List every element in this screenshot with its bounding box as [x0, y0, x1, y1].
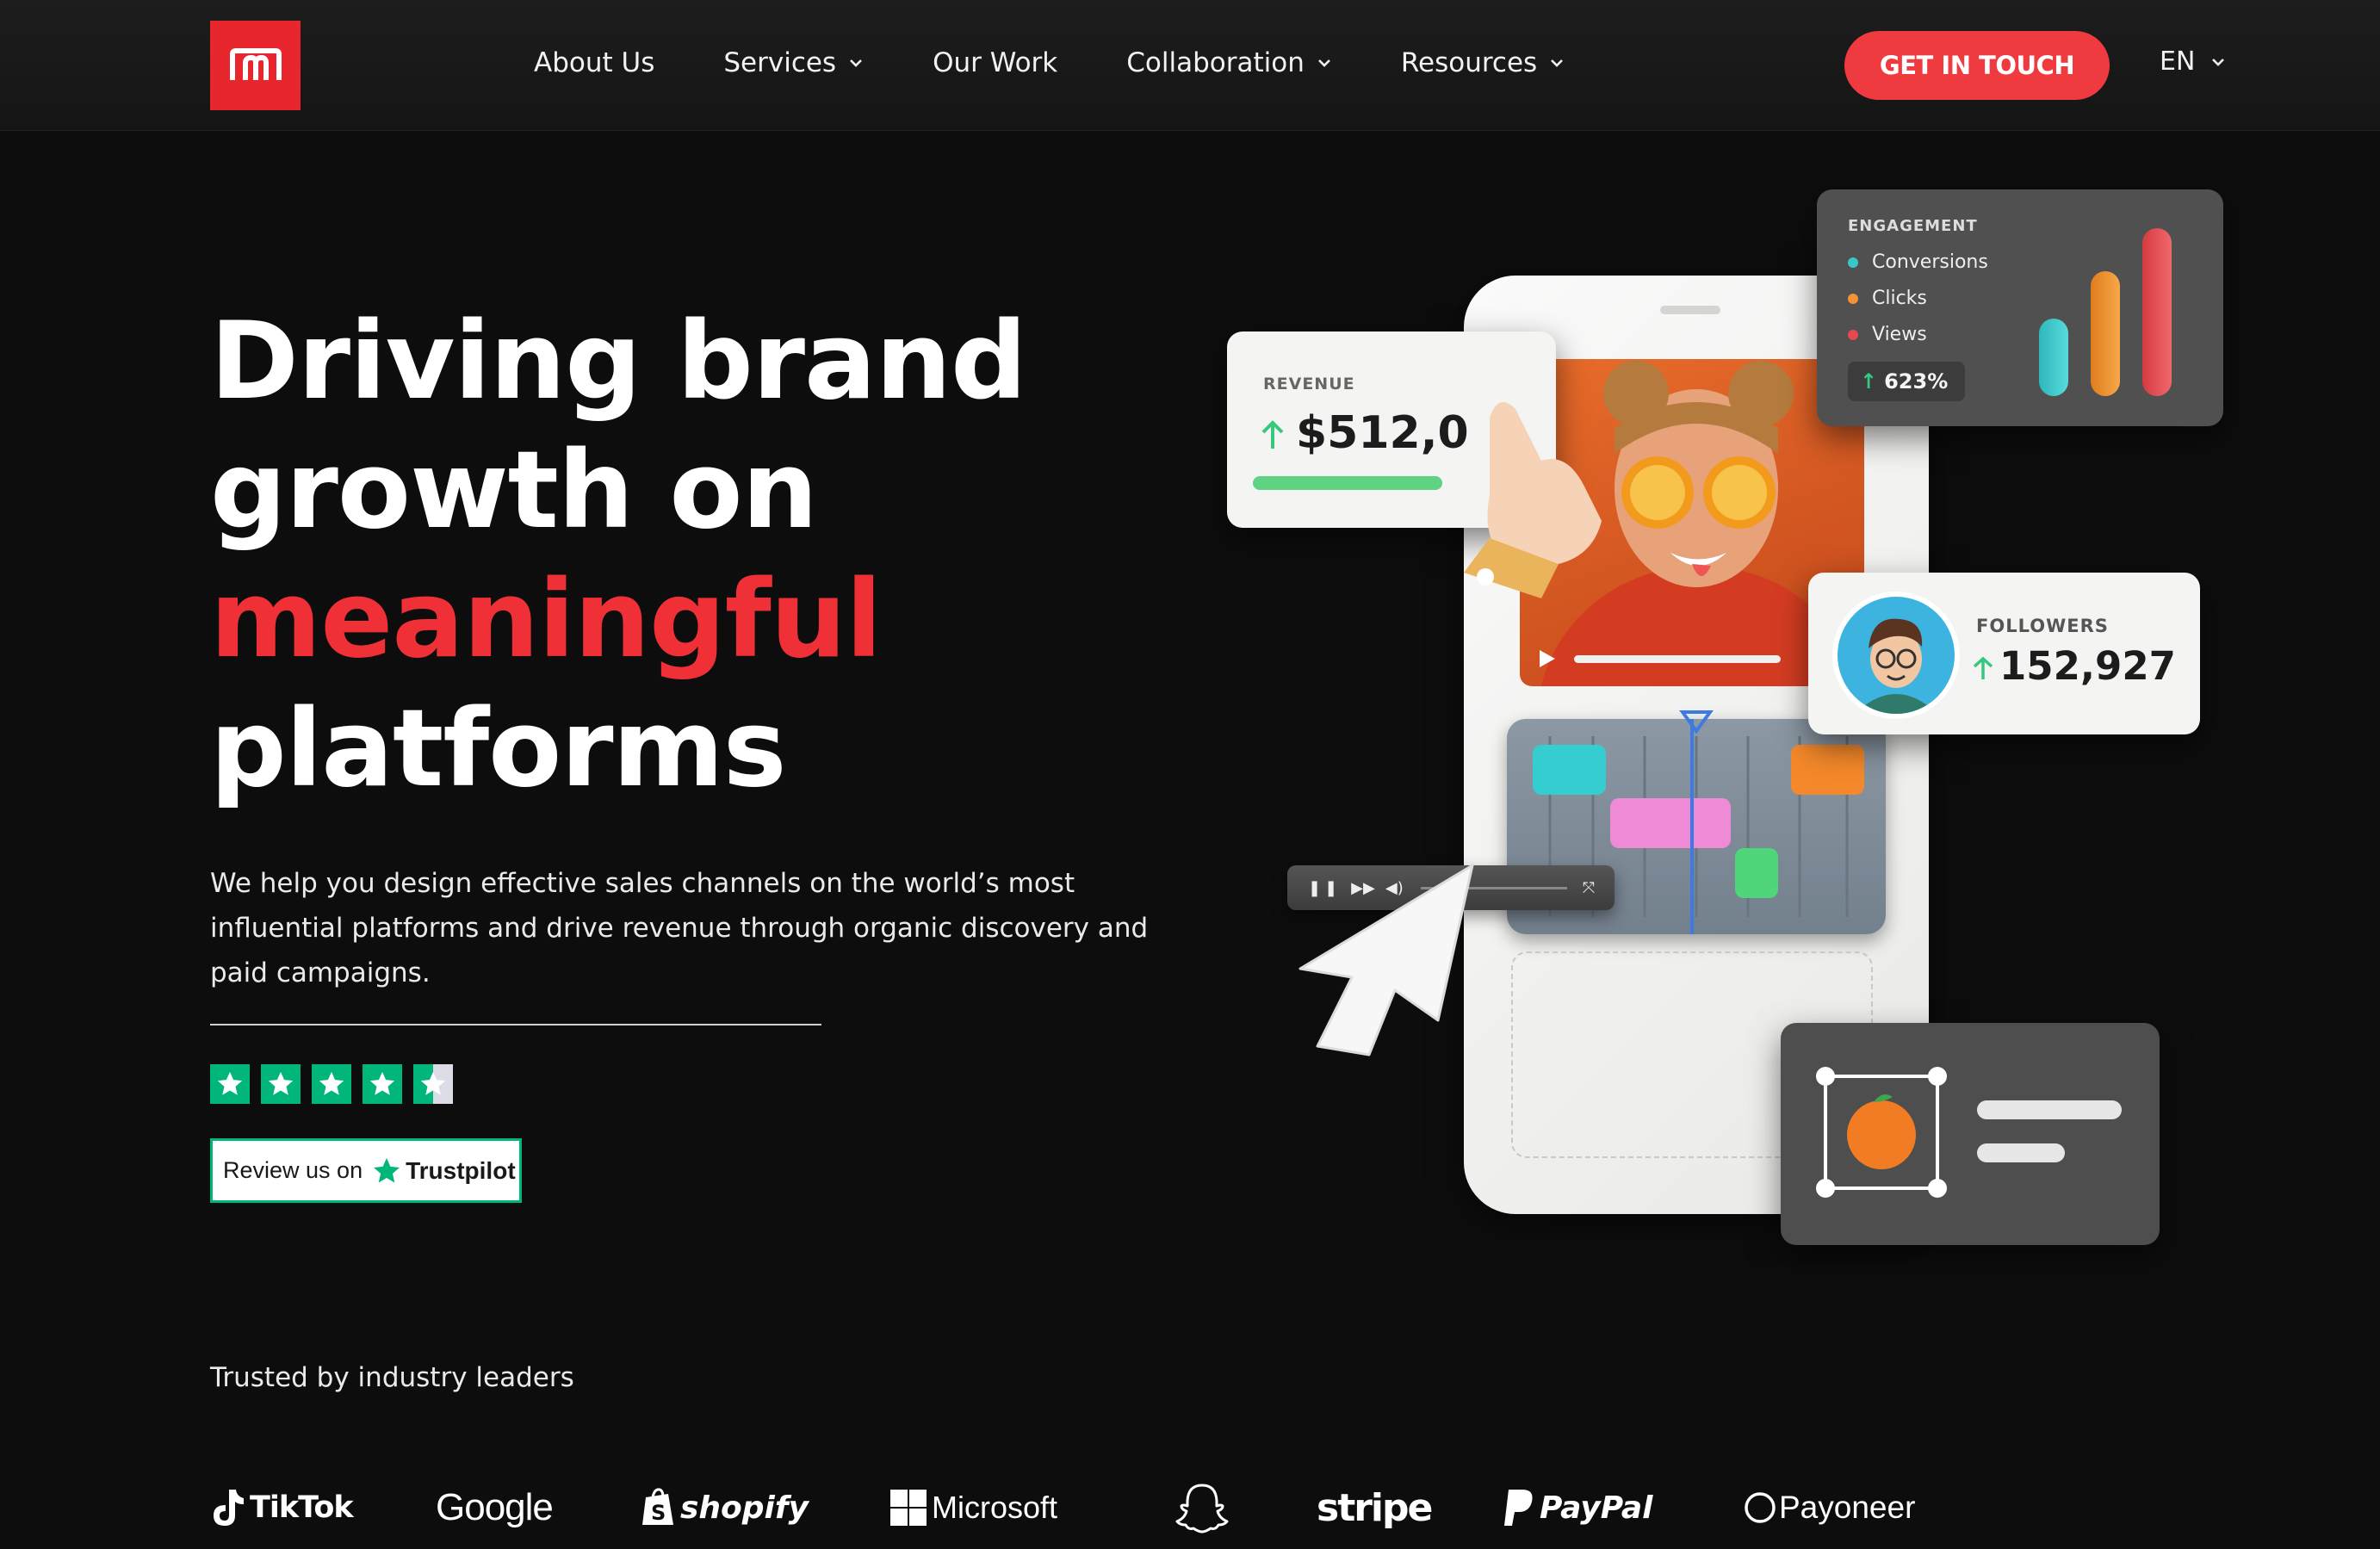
engagement-card: ENGAGEMENT Conversions Clicks Views ↑ 62…: [1817, 189, 2223, 426]
language-label: EN: [2160, 46, 2196, 77]
logo-text: shopify: [680, 1490, 809, 1526]
cursor-arrow-icon: [1298, 864, 1474, 1056]
payoneer-logo: Payoneer: [1743, 1477, 1915, 1539]
nav-our-work[interactable]: Our Work: [933, 47, 1057, 78]
tiktok-logo: TikTok: [210, 1477, 354, 1539]
image-card: [1781, 1023, 2160, 1245]
nav-resources[interactable]: Resources: [1401, 47, 1565, 78]
microsoft-logo: Microsoft: [890, 1477, 1057, 1539]
chart-bar-clicks: [2091, 271, 2120, 396]
legend-label: Clicks: [1872, 288, 1927, 309]
legend-dot: [1848, 329, 1858, 340]
snapchat-logo: [1175, 1477, 1230, 1539]
followers-label: FOLLOWERS: [1976, 616, 2109, 636]
engagement-label: ENGAGEMENT: [1848, 217, 1978, 235]
playhead-icon: [1679, 710, 1714, 734]
hero-title-highlight: meaningful: [210, 558, 883, 682]
legend-label: Conversions: [1872, 251, 1988, 273]
hero-illustration: REVENUE $512,0 ENGAGEMENT Conversions Cl…: [1223, 177, 2256, 1261]
logo-mark-icon: [229, 48, 282, 80]
snapchat-ghost-icon: [1175, 1484, 1229, 1534]
video-progress[interactable]: [1529, 641, 1848, 676]
divider: [210, 1024, 821, 1025]
nav-about-us[interactable]: About Us: [534, 47, 654, 78]
shopify-bag-icon: S: [642, 1488, 673, 1525]
nav-label: Our Work: [933, 47, 1058, 78]
hero-title-line: platforms: [210, 687, 787, 811]
star-icon: [261, 1064, 301, 1104]
shopify-logo: S shopify: [641, 1477, 809, 1539]
hand-icon: [1464, 402, 1602, 598]
get-in-touch-button[interactable]: GET IN TOUCH: [1844, 31, 2110, 100]
half-star-icon: [413, 1064, 453, 1104]
engagement-change-badge: ↑ 623%: [1848, 362, 1965, 401]
nav-label: Resources: [1400, 47, 1538, 78]
trustpilot-star-icon: [374, 1157, 400, 1182]
nav-label: Services: [723, 47, 837, 78]
hero-description: We help you design effective sales chann…: [210, 868, 1149, 988]
paypal-logo: PayPal: [1502, 1477, 1652, 1539]
paypal-icon: [1504, 1490, 1533, 1526]
trustpilot-review-button[interactable]: Review us on Trustpilot: [210, 1138, 522, 1203]
avatar: [1832, 592, 1960, 719]
svg-text:S: S: [651, 1501, 666, 1525]
legend-dot: [1848, 257, 1858, 268]
google-logo: Google: [436, 1477, 554, 1539]
star-icon: [363, 1064, 402, 1104]
video-progress-track: [1574, 654, 1781, 663]
logo-text: PayPal: [1540, 1490, 1653, 1526]
microsoft-windows-icon: [890, 1490, 927, 1526]
arrow-up-icon: [1973, 656, 1993, 679]
followers-card: FOLLOWERS 152,927: [1808, 573, 2200, 734]
legend-item: Views: [1848, 324, 1927, 345]
chevron-down-icon: [1317, 59, 1330, 67]
fullscreen-icon[interactable]: ⤧: [1583, 879, 1595, 897]
legend-dot: [1848, 293, 1858, 304]
brand-logo[interactable]: [210, 21, 301, 110]
tiktok-icon: [214, 1490, 244, 1526]
star-icon: [210, 1064, 250, 1104]
site-header: About Us Services Our Work Collaboration…: [0, 0, 2380, 131]
nav-label: Collaboration: [1126, 47, 1305, 78]
revenue-label: REVENUE: [1263, 375, 1355, 393]
engagement-change: 623%: [1884, 369, 1949, 393]
nav-label: About Us: [534, 47, 655, 78]
trustpilot-rating: [210, 1064, 464, 1104]
star-icon: [312, 1064, 351, 1104]
trusted-heading: Trusted by industry leaders: [210, 1362, 574, 1393]
main-nav: About Us Services Our Work Collaboration…: [534, 41, 1633, 84]
nav-collaboration[interactable]: Collaboration: [1126, 47, 1332, 78]
legend-label: Views: [1872, 324, 1927, 345]
logo-text: TikTok: [250, 1490, 354, 1525]
logo-text: Microsoft: [932, 1490, 1058, 1525]
legend-item: Conversions: [1848, 251, 1988, 273]
chevron-down-icon: [1551, 59, 1564, 67]
hero-title-line: growth on: [210, 429, 818, 553]
trustpilot-brand: Trustpilot: [406, 1156, 516, 1184]
logo-text: stripe: [1317, 1485, 1433, 1530]
revenue-value: $512,0: [1296, 407, 1469, 459]
chevron-down-icon: [2212, 58, 2225, 66]
revenue-progress-bar: [1253, 476, 1442, 490]
logo-text: Payoneer: [1779, 1490, 1916, 1525]
chevron-down-icon: [850, 59, 863, 67]
arrow-up-icon: [1261, 420, 1284, 449]
followers-value: 152,927: [1999, 643, 2176, 689]
nav-services[interactable]: Services: [723, 47, 864, 78]
chart-bar-views: [2142, 228, 2172, 396]
hero-title: Driving brand growth on meaningful platf…: [210, 297, 1157, 814]
hero-title-line: Driving brand: [210, 300, 1027, 424]
chart-bar-conversions: [2039, 319, 2068, 396]
language-selector[interactable]: EN: [2160, 46, 2226, 77]
stripe-logo: stripe: [1317, 1477, 1433, 1539]
phone-speaker: [1660, 306, 1720, 314]
logo-text: Google: [436, 1486, 554, 1528]
payoneer-ring-icon: [1745, 1492, 1776, 1523]
arrow-up-icon: ↑: [1860, 369, 1878, 393]
client-logos: TikTok Google S shopify Microsoft stripe…: [210, 1477, 2191, 1539]
play-icon: [1540, 650, 1555, 667]
legend-item: Clicks: [1848, 288, 1927, 309]
review-prefix: Review us on: [223, 1157, 363, 1183]
